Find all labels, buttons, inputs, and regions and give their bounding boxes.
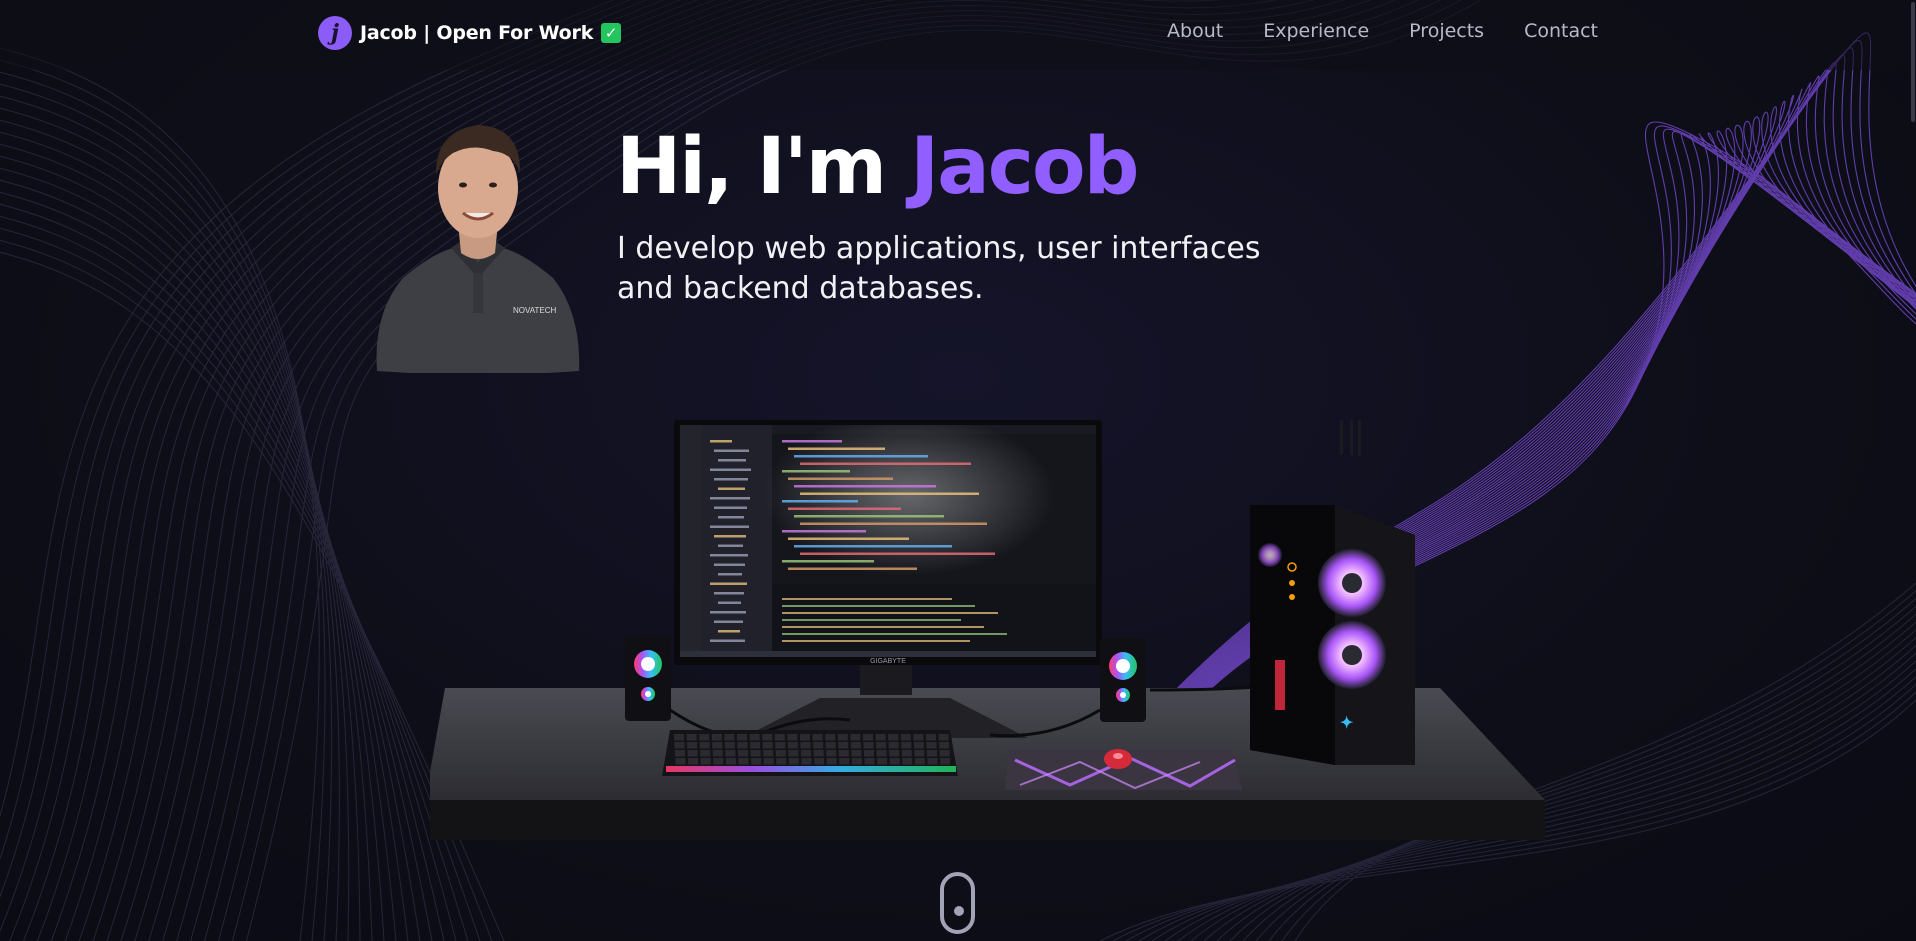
nav-link-projects[interactable]: Projects xyxy=(1409,20,1484,42)
nav-link-about[interactable]: About xyxy=(1167,20,1223,42)
nav-link-experience[interactable]: Experience xyxy=(1263,20,1369,42)
page: j Jacob | Open For Work ✓ About Experien… xyxy=(0,0,1916,941)
avatar: NOVATECH xyxy=(373,113,583,375)
scrollbar-thumb[interactable] xyxy=(1911,2,1915,122)
pc-tower: ✦ xyxy=(1250,420,1415,765)
speaker-left xyxy=(625,635,671,721)
hero-title-prefix: Hi, I'm xyxy=(616,122,911,212)
hero-subtitle-line1: I develop web applications, user interfa… xyxy=(617,231,1261,266)
tower-logo-icon: ✦ xyxy=(1340,715,1353,732)
desk-scene-canvas[interactable]: GIGABYTE ✦ xyxy=(430,420,1550,850)
check-icon: ✓ xyxy=(601,23,622,43)
nav-links: About Experience Projects Contact xyxy=(1167,20,1598,42)
hero-subtitle: I develop web applications, user interfa… xyxy=(617,229,1317,309)
desk-front xyxy=(430,800,1545,840)
nav-link-contact[interactable]: Contact xyxy=(1524,20,1598,42)
shirt-logo: NOVATECH xyxy=(513,306,556,315)
hero-subtitle-line2: and backend databases. xyxy=(617,271,984,306)
speaker-right xyxy=(1100,638,1146,722)
mouse-pad xyxy=(1005,749,1242,790)
navbar: j Jacob | Open For Work ✓ About Experien… xyxy=(0,0,1916,70)
monitor-brand: GIGABYTE xyxy=(870,658,906,665)
scroll-mouse-icon[interactable] xyxy=(940,872,975,934)
hero-title: Hi, I'm Jacob xyxy=(616,128,1139,206)
logo-icon: j xyxy=(318,16,352,50)
scrollbar[interactable] xyxy=(1910,0,1916,941)
keyboard xyxy=(662,730,958,776)
brand-link[interactable]: j Jacob | Open For Work ✓ xyxy=(318,16,622,50)
scroll-dot xyxy=(954,906,964,916)
hero-title-name: Jacob xyxy=(910,122,1139,212)
brand-name: Jacob | Open For Work xyxy=(360,22,594,44)
